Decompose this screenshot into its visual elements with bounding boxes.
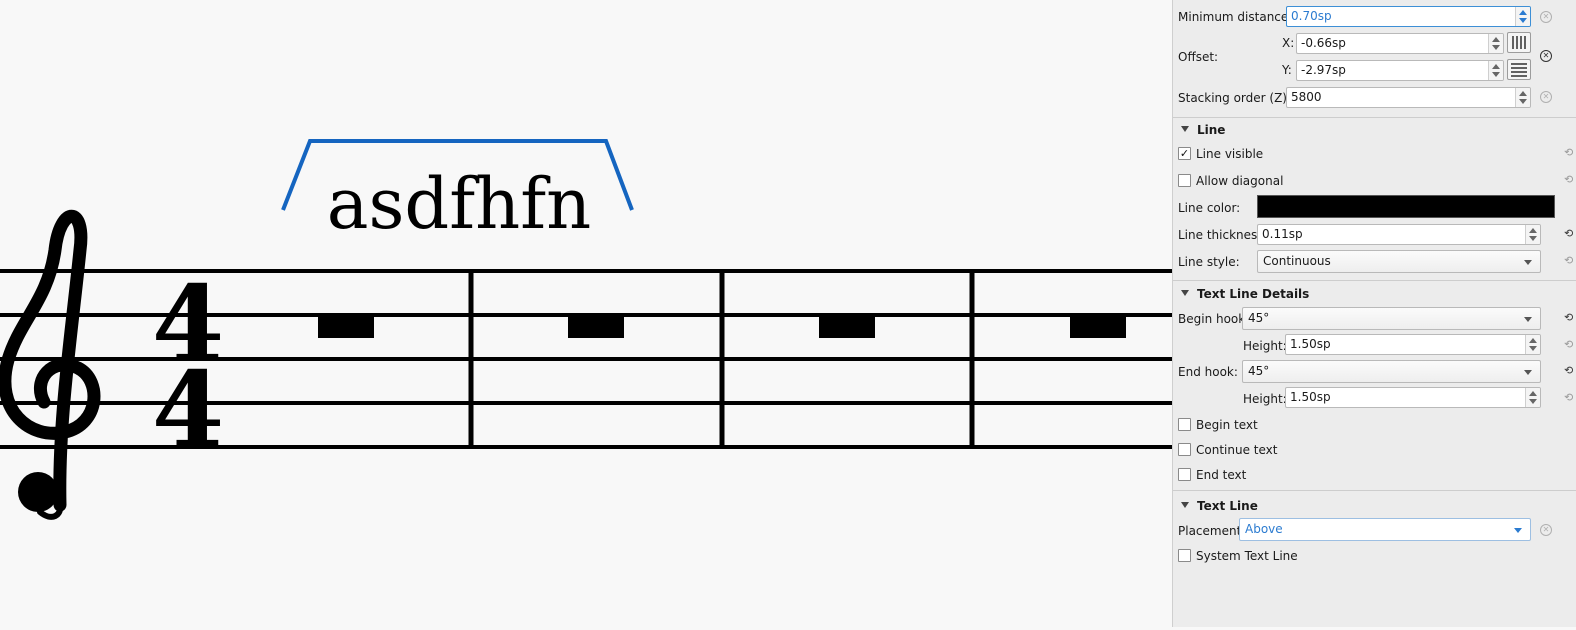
stacking-order-label: Stacking order (Z):: [1178, 91, 1292, 105]
collapse-arrow-icon: [1181, 126, 1189, 132]
treble-clef-icon[interactable]: [0, 210, 101, 520]
begin-text-label: Begin text: [1196, 418, 1258, 432]
end-hook-dropdown[interactable]: 45°: [1242, 360, 1541, 383]
line-thickness-spinner[interactable]: [1525, 225, 1540, 244]
line-style-dropdown[interactable]: Continuous: [1257, 250, 1541, 273]
line-thickness-input[interactable]: 0.11sp: [1257, 224, 1541, 245]
chevron-down-icon: [1514, 528, 1522, 533]
line-section-title: Line: [1197, 123, 1226, 137]
placement-label: Placement:: [1178, 524, 1246, 538]
whole-rest-icon[interactable]: [568, 317, 624, 338]
reset-icon[interactable]: ⟲: [1564, 338, 1573, 351]
collapse-arrow-icon: [1181, 290, 1189, 296]
chevron-down-icon: [1524, 317, 1532, 322]
reset-icon[interactable]: ⟲: [1564, 146, 1573, 159]
line-visible-label: Line visible: [1196, 147, 1264, 161]
collapse-arrow-icon: [1181, 502, 1189, 508]
line-section-header[interactable]: Line: [1181, 122, 1225, 138]
line-thickness-value: 0.11sp: [1262, 227, 1303, 241]
placement-value: Above: [1245, 522, 1283, 536]
offset-y-input[interactable]: -2.97sp: [1296, 60, 1504, 81]
offset-label: Offset:: [1178, 50, 1219, 64]
reset-icon[interactable]: ⟲: [1564, 311, 1573, 324]
snap-to-grid-horizontal-icon[interactable]: [1507, 59, 1531, 80]
details-section-title: Text Line Details: [1197, 287, 1310, 301]
reset-icon[interactable]: ✕: [1540, 524, 1552, 536]
line-thickness-label: Line thickness:: [1178, 228, 1268, 242]
score-canvas[interactable]: 4 4 asdfhfn: [0, 0, 1172, 627]
allow-diagonal-checkbox[interactable]: [1178, 174, 1191, 187]
details-section-header[interactable]: Text Line Details: [1181, 286, 1309, 302]
reset-icon[interactable]: ✕: [1540, 50, 1552, 62]
min-distance-spinner[interactable]: [1515, 7, 1530, 26]
whole-rest-icon[interactable]: [1070, 317, 1126, 338]
reset-icon[interactable]: ⟲: [1564, 173, 1573, 186]
line-color-label: Line color:: [1178, 201, 1241, 215]
score-svg[interactable]: 4 4 asdfhfn: [0, 0, 1172, 627]
end-hook-height-spinner[interactable]: [1525, 388, 1540, 407]
line-color-swatch[interactable]: [1257, 195, 1555, 218]
begin-hook-label: Begin hook:: [1178, 312, 1250, 326]
offset-x-label: X:: [1282, 36, 1295, 50]
line-style-value: Continuous: [1263, 254, 1331, 268]
end-hook-label: End hook:: [1178, 365, 1238, 379]
begin-hook-height-spinner[interactable]: [1525, 335, 1540, 354]
continue-text-label: Continue text: [1196, 443, 1278, 457]
offset-x-spinner[interactable]: [1488, 34, 1503, 53]
begin-hook-value: 45°: [1248, 311, 1270, 325]
line-style-label: Line style:: [1178, 255, 1240, 269]
end-hook-height-input[interactable]: 1.50sp: [1285, 387, 1541, 408]
end-hook-height-label: Height:: [1243, 392, 1287, 406]
continue-text-checkbox[interactable]: [1178, 443, 1191, 456]
whole-rest-icon[interactable]: [318, 317, 374, 338]
offset-y-spinner[interactable]: [1488, 61, 1503, 80]
begin-hook-height-input[interactable]: 1.50sp: [1285, 334, 1541, 355]
placement-dropdown[interactable]: Above: [1239, 518, 1531, 541]
text-line-section-header[interactable]: Text Line: [1181, 498, 1258, 514]
offset-y-label: Y:: [1282, 63, 1292, 77]
reset-icon[interactable]: ✕: [1540, 11, 1552, 23]
snap-to-grid-vertical-icon[interactable]: [1507, 32, 1531, 53]
line-visible-checkbox[interactable]: ✓: [1178, 147, 1191, 160]
begin-hook-dropdown[interactable]: 45°: [1242, 307, 1541, 330]
stacking-order-spinner[interactable]: [1515, 88, 1530, 107]
end-text-checkbox[interactable]: [1178, 468, 1191, 481]
chevron-down-icon: [1524, 260, 1532, 265]
begin-hook-height-value: 1.50sp: [1290, 337, 1331, 351]
end-hook-height-value: 1.50sp: [1290, 390, 1331, 404]
reset-icon[interactable]: ⟲: [1564, 364, 1573, 377]
properties-panel: Minimum distance: 0.70sp ✕ Offset: X: -0…: [1172, 0, 1576, 627]
separator: [1173, 490, 1576, 491]
time-signature-bottom[interactable]: 4: [152, 348, 224, 471]
chevron-down-icon: [1524, 370, 1532, 375]
offset-y-value: -2.97sp: [1301, 63, 1346, 77]
min-distance-value: 0.70sp: [1291, 9, 1332, 23]
text-line-text[interactable]: asdfhfn: [327, 163, 591, 245]
min-distance-label: Minimum distance:: [1178, 10, 1293, 24]
reset-icon[interactable]: ⟲: [1564, 254, 1573, 267]
text-line-section-title: Text Line: [1197, 499, 1258, 513]
reset-icon[interactable]: ⟲: [1564, 391, 1573, 404]
begin-hook-height-label: Height:: [1243, 339, 1287, 353]
separator: [1173, 117, 1576, 118]
system-text-line-label: System Text Line: [1196, 549, 1298, 563]
min-distance-input[interactable]: 0.70sp: [1286, 6, 1531, 27]
separator: [1173, 280, 1576, 281]
begin-text-checkbox[interactable]: [1178, 418, 1191, 431]
end-text-label: End text: [1196, 468, 1247, 482]
allow-diagonal-label: Allow diagonal: [1196, 174, 1284, 188]
reset-icon[interactable]: ✕: [1540, 91, 1552, 103]
offset-x-input[interactable]: -0.66sp: [1296, 33, 1504, 54]
reset-icon[interactable]: ⟲: [1564, 227, 1573, 240]
whole-rest-icon[interactable]: [819, 317, 875, 338]
system-text-line-checkbox[interactable]: [1178, 549, 1191, 562]
end-hook-value: 45°: [1248, 364, 1270, 378]
stacking-order-value: 5800: [1291, 90, 1322, 104]
offset-x-value: -0.66sp: [1301, 36, 1346, 50]
stacking-order-input[interactable]: 5800: [1286, 87, 1531, 108]
